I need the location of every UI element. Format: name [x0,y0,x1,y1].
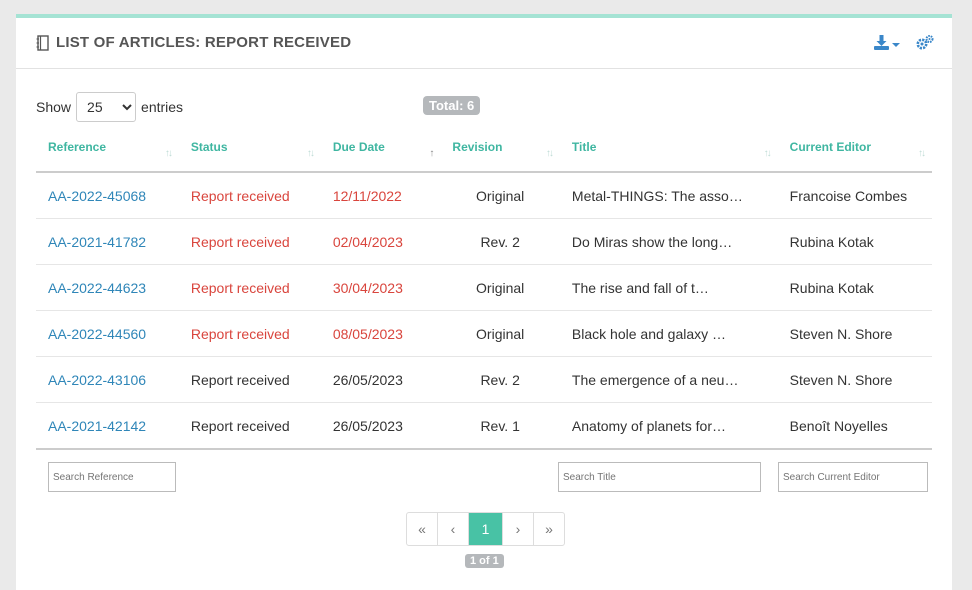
title-cell: Black hole and galaxy … [559,310,778,357]
reference-link[interactable]: AA-2021-41782 [36,218,179,265]
reference-link[interactable]: AA-2022-44623 [36,264,179,311]
download-button[interactable] [874,35,900,55]
table-row: AA-2021-41782 Report received 02/04/2023… [36,218,932,265]
settings-button[interactable] [916,35,934,55]
status-cell: Report received [178,356,321,403]
entries-control: Show 25 entries [36,92,183,122]
articles-panel: LIST OF ARTICLES: REPORT RECEIVED Show 2… [16,14,952,590]
articles-table: Reference ↑↓ Status ↑↓ Due Date ↑ Revision ↑… [36,140,932,450]
editor-cell: Rubina Kotak [777,218,932,265]
revision-cell: Rev. 2 [440,356,560,403]
total-badge: Total: 6 [423,96,481,115]
table-row: AA-2021-42142 Report received 26/05/2023… [36,402,932,450]
page-1-button[interactable]: 1 [469,513,503,545]
column-label: Reference [48,140,107,154]
column-reference[interactable]: Reference ↑↓ [36,140,179,173]
due-date-cell: 08/05/2023 [320,310,441,357]
pagination: « ‹ 1 › » [406,512,565,546]
column-label: Due Date [332,140,385,154]
editor-cell: Steven N. Shore [777,310,932,357]
entries-select[interactable]: 25 [76,92,137,122]
title-cell: Metal-THINGS: The asso… [559,172,778,219]
sort-icon: ↑↓ [918,148,926,159]
due-date-cell: 30/04/2023 [320,264,441,311]
table-controls: Show 25 entries Total: 6 [36,92,932,122]
search-reference-input[interactable] [48,462,176,492]
column-label: Current Editor [789,140,872,154]
column-title[interactable]: Title ↑↓ [559,140,778,173]
editor-cell: Benoît Noyelles [777,402,932,450]
title-cell: The emergence of a neu… [559,356,778,403]
status-cell: Report received [178,310,321,357]
page-title: LIST OF ARTICLES: REPORT RECEIVED [56,34,352,51]
editor-cell: Francoise Combes [777,172,932,219]
due-date-cell: 12/11/2022 [320,172,441,219]
editor-cell: Steven N. Shore [777,356,932,403]
sort-icon: ↑↓ [763,148,772,159]
status-cell: Report received [178,402,321,450]
gears-icon [916,35,934,55]
reference-link[interactable]: AA-2022-44560 [36,310,179,357]
search-title-input[interactable] [558,462,761,492]
title-cell: Do Miras show the long… [559,218,778,265]
next-page-button[interactable]: › [503,513,534,545]
status-cell: Report received [178,218,321,265]
column-due-date[interactable]: Due Date ↑ [320,140,441,173]
title-cell: Anatomy of planets for… [559,402,778,450]
page-info-badge: 1 of 1 [465,554,504,568]
column-label: Title [571,140,597,154]
revision-cell: Rev. 1 [440,402,560,450]
status-cell: Report received [178,172,321,219]
column-revision[interactable]: Revision ↑↓ [440,140,560,173]
status-cell: Report received [178,264,321,311]
entries-label: entries [141,99,184,115]
reference-link[interactable]: AA-2022-45068 [36,172,179,219]
revision-cell: Original [440,264,560,311]
revision-cell: Rev. 2 [440,218,560,265]
revision-cell: Original [440,310,560,357]
sort-ascending-icon: ↑ [429,148,434,159]
table-row: AA-2022-45068 Report received 12/11/2022… [36,172,932,219]
previous-page-button[interactable]: ‹ [438,513,469,545]
chevron-down-icon [892,43,900,47]
due-date-cell: 26/05/2023 [320,402,441,450]
column-current-editor[interactable]: Current Editor ↑↓ [777,140,932,173]
search-editor-input[interactable] [778,462,928,492]
editor-cell: Rubina Kotak [777,264,932,311]
first-page-button[interactable]: « [407,513,438,545]
reference-link[interactable]: AA-2021-42142 [36,402,179,450]
reference-link[interactable]: AA-2022-43106 [36,356,179,403]
table-row: AA-2022-43106 Report received 26/05/2023… [36,356,932,403]
download-icon [874,35,889,55]
book-icon [36,34,50,51]
last-page-button[interactable]: » [534,513,564,545]
title-cell: The rise and fall of t… [559,264,778,311]
column-label: Status [190,140,228,154]
due-date-cell: 02/04/2023 [320,218,441,265]
table-row: AA-2022-44560 Report received 08/05/2023… [36,310,932,357]
table-row: AA-2022-44623 Report received 30/04/2023… [36,264,932,311]
show-label: Show [36,99,72,115]
header-actions [874,35,934,55]
sort-icon: ↑↓ [545,148,554,159]
sort-icon: ↑↓ [164,148,173,159]
table-header-row: Reference ↑↓ Status ↑↓ Due Date ↑ Revision ↑… [36,140,932,173]
panel-header: LIST OF ARTICLES: REPORT RECEIVED [16,18,952,69]
column-label: Revision [452,140,503,154]
due-date-cell: 26/05/2023 [320,356,441,403]
column-status[interactable]: Status ↑↓ [178,140,321,173]
panel-title: LIST OF ARTICLES: REPORT RECEIVED [36,34,351,51]
revision-cell: Original [440,172,560,219]
sort-icon: ↑↓ [306,148,315,159]
